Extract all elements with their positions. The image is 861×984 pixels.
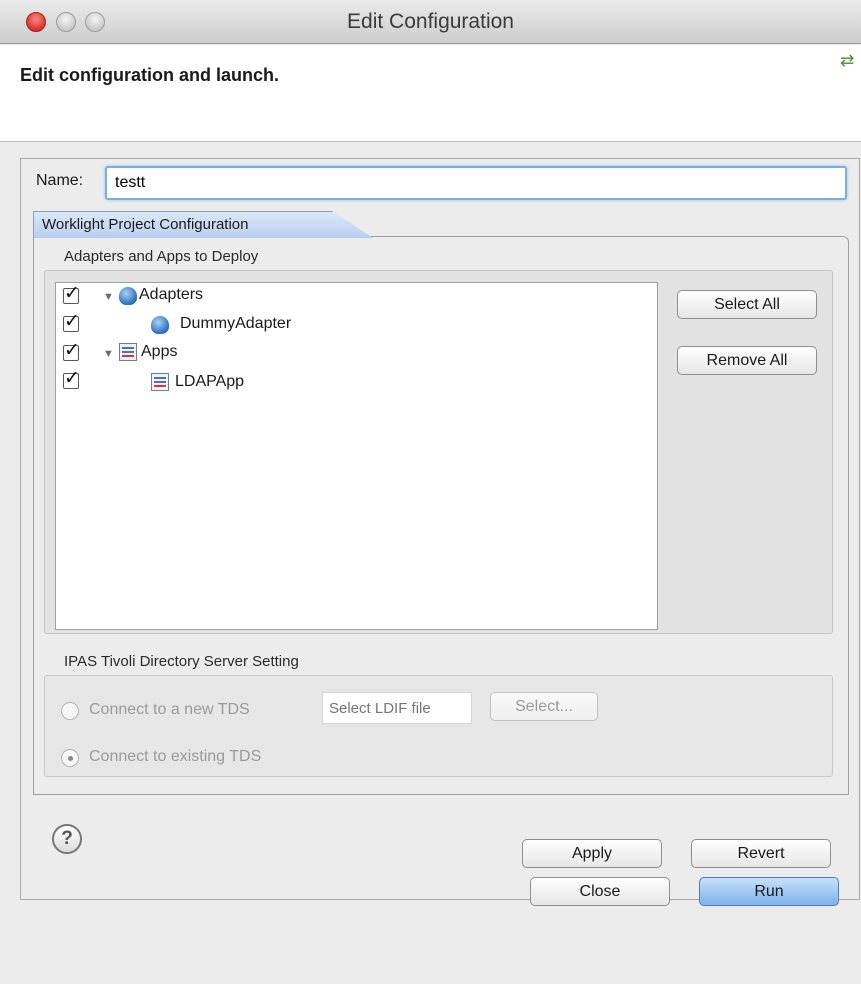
title-bar: Edit Configuration: [0, 0, 861, 44]
name-field[interactable]: [105, 166, 847, 200]
apps-checkbox[interactable]: [63, 339, 80, 362]
tree-item-adapters[interactable]: Adapters: [139, 286, 203, 304]
tree-item-ldapapp[interactable]: LDAPApp: [175, 373, 244, 391]
adapters-checkbox[interactable]: [63, 282, 80, 305]
ldapapp-checkbox[interactable]: [63, 367, 80, 390]
window-title: Edit Configuration: [347, 10, 514, 33]
apply-button[interactable]: Apply: [522, 839, 662, 868]
revert-button[interactable]: Revert: [691, 839, 831, 868]
adapter-icon: [151, 316, 169, 334]
close-button[interactable]: Close: [530, 877, 670, 906]
select-all-button[interactable]: Select All: [677, 290, 817, 319]
launch-config-icon: ⇄: [840, 51, 855, 70]
remove-all-button[interactable]: Remove All: [677, 346, 817, 375]
tree-item-apps[interactable]: Apps: [141, 343, 177, 361]
existing-tds-radio[interactable]: [61, 749, 79, 767]
dummyadapter-checkbox[interactable]: [63, 310, 80, 333]
tds-group-label: IPAS Tivoli Directory Server Setting: [64, 653, 299, 670]
header-message: Edit configuration and launch.: [20, 65, 279, 85]
new-tds-radio[interactable]: [61, 702, 79, 720]
apps-icon: [119, 343, 137, 361]
name-label: Name:: [36, 172, 84, 189]
tab-worklight-project-configuration[interactable]: Worklight Project Configuration: [33, 211, 373, 238]
adapter-icon: [119, 287, 137, 305]
ldif-file-input[interactable]: [322, 692, 472, 724]
deploy-group-label: Adapters and Apps to Deploy: [64, 248, 259, 265]
new-tds-label: Connect to a new TDS: [89, 701, 250, 718]
select-ldif-button[interactable]: Select...: [490, 692, 598, 721]
run-button[interactable]: Run: [699, 877, 839, 906]
help-icon[interactable]: ?: [52, 824, 82, 854]
dialog-header: Edit configuration and launch. ⇄: [0, 45, 861, 142]
tree-item-dummyadapter[interactable]: DummyAdapter: [180, 315, 291, 333]
expand-arrow-icon[interactable]: ▼: [103, 348, 114, 360]
existing-tds-label: Connect to existing TDS: [89, 748, 262, 765]
expand-arrow-icon[interactable]: ▼: [103, 291, 114, 303]
apps-icon: [151, 373, 169, 391]
deploy-tree[interactable]: [55, 282, 658, 630]
